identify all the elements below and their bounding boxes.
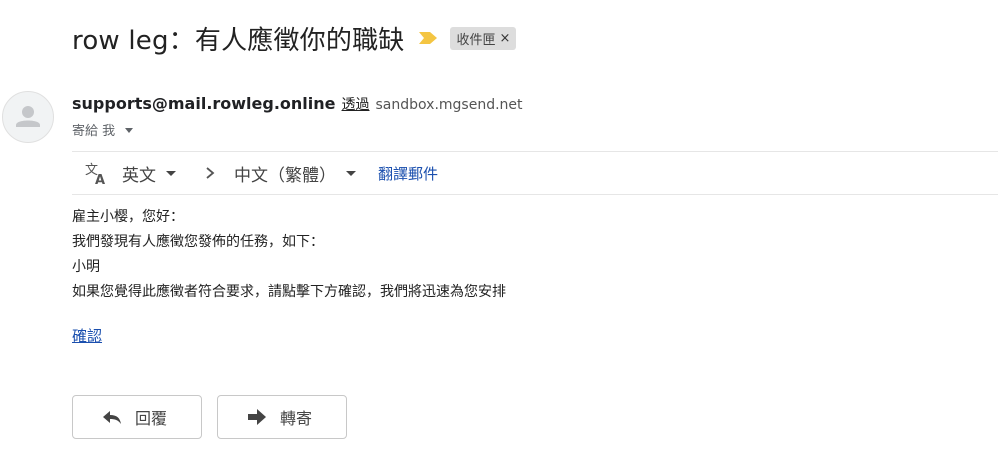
reply-arrow-icon [103, 411, 121, 424]
body-line: 我們發現有人應徵您發佈的任務，如下： [72, 234, 324, 250]
reply-button[interactable]: 回覆 [72, 395, 202, 439]
forward-button[interactable]: 轉寄 [217, 395, 347, 439]
email-body: 雇主小樱，您好： 我們發現有人應徵您發佈的任務，如下： 小明 如果您覺得此應徵者… [72, 205, 506, 305]
translate-icon: 文 A [85, 163, 105, 186]
translate-bar: 文 A 英文 中文（繁體） 翻譯郵件 [72, 151, 998, 195]
target-language-label: 中文（繁體） [234, 165, 336, 186]
source-language-select[interactable]: 英文 [122, 161, 176, 186]
inbox-label-text: 收件匣 [456, 32, 496, 48]
chevron-down-icon [166, 170, 176, 176]
recipient-details[interactable]: 寄給 我 [72, 120, 134, 139]
via-domain: sandbox.mgsend.net [375, 97, 523, 113]
via-link[interactable]: 透過 [342, 94, 370, 114]
show-details-chevron-icon[interactable] [125, 128, 134, 133]
email-subject: row leg：有人應徵你的職缺 [72, 25, 405, 56]
recipient-text: 寄給 我 [72, 124, 116, 139]
sender-line: supports@mail.rowleg.online 透過 sandbox.m… [72, 94, 523, 114]
translate-message-link[interactable]: 翻譯郵件 [378, 163, 438, 184]
sender-avatar[interactable] [2, 91, 54, 143]
sender-email[interactable]: supports@mail.rowleg.online [72, 94, 336, 113]
subject-row: row leg：有人應徵你的職缺 收件匣 × [72, 20, 517, 56]
svg-text:A: A [95, 173, 105, 186]
confirm-link[interactable]: 確認 [72, 325, 102, 346]
chevron-down-icon [346, 170, 356, 176]
body-line: 小明 [72, 259, 100, 275]
source-language-label: 英文 [122, 165, 156, 186]
reply-label: 回覆 [135, 409, 168, 428]
target-language-select[interactable]: 中文（繁體） [234, 161, 356, 186]
inbox-label-chip[interactable]: 收件匣 × [450, 26, 517, 50]
body-line: 雇主小樱，您好： [72, 209, 184, 225]
forward-label: 轉寄 [280, 409, 313, 428]
chevron-right-icon [206, 167, 215, 179]
importance-marker-icon[interactable] [418, 30, 438, 46]
body-line: 如果您覺得此應徵者符合要求，請點擊下方確認，我們將迅速為您安排 [72, 284, 506, 300]
forward-arrow-icon [248, 409, 266, 425]
default-avatar-icon [16, 106, 40, 127]
remove-label-icon[interactable]: × [500, 31, 511, 46]
